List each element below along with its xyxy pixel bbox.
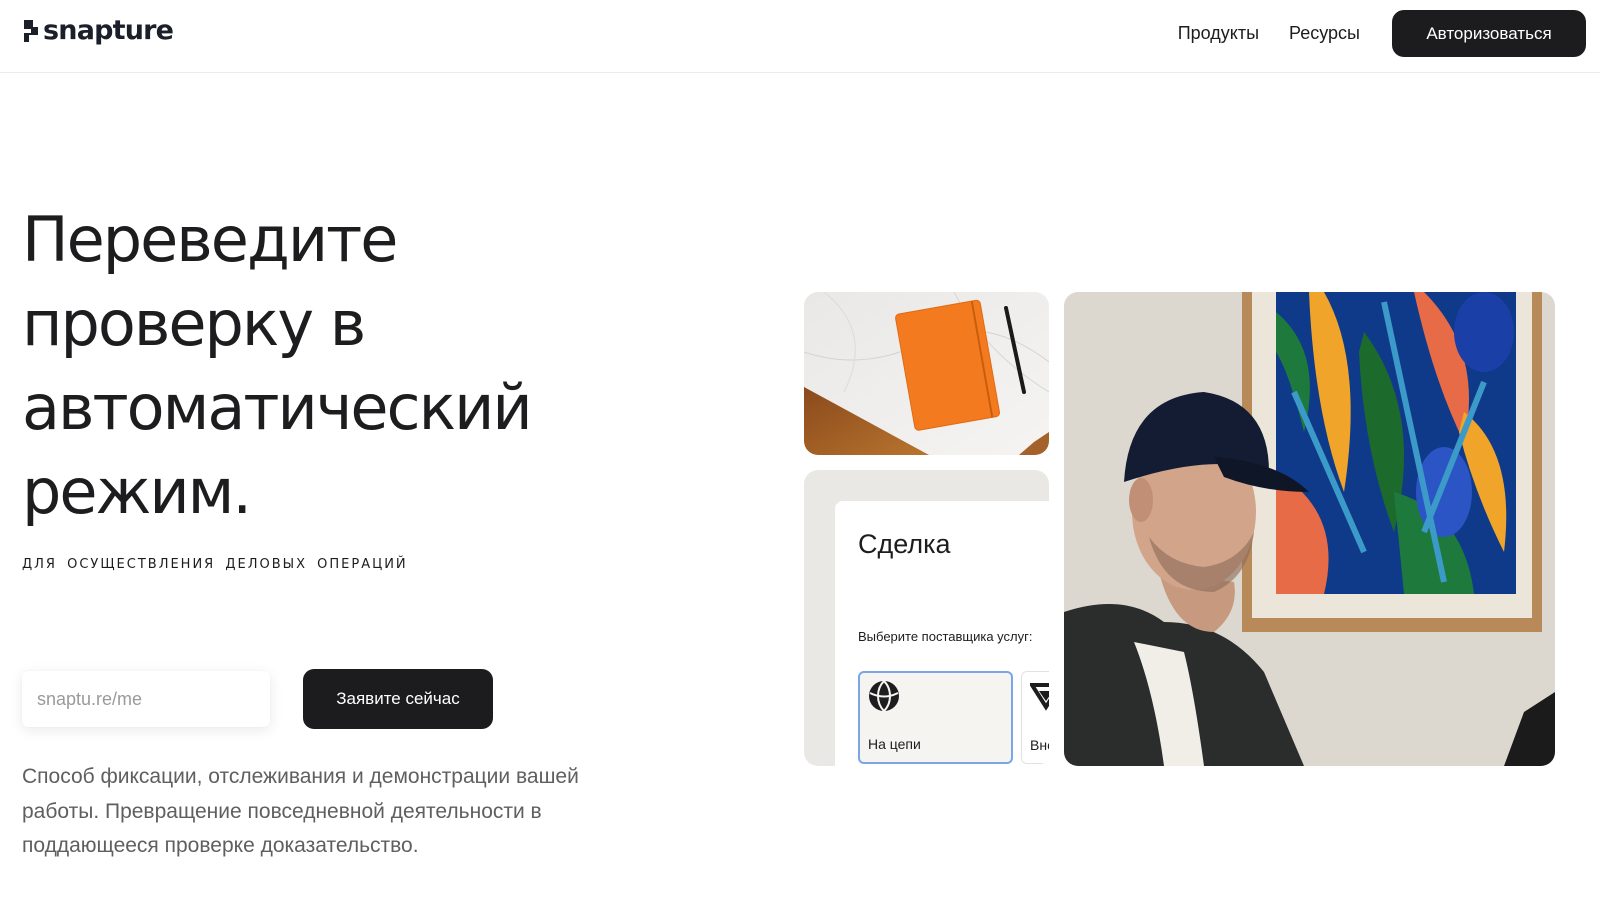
brand-name: snapture	[43, 15, 174, 46]
site-header: snapture Продукты Ресурсы Авторизоваться	[0, 0, 1600, 73]
hero-title-line: Переведите	[22, 203, 398, 276]
nav-resources[interactable]: Ресурсы	[1289, 23, 1360, 44]
hero-title-line: режим.	[22, 455, 252, 528]
claim-now-button[interactable]: Заявите сейчас	[303, 669, 493, 729]
hero-title-line: проверку в	[22, 287, 366, 360]
notebook-photo	[804, 292, 1049, 455]
hero-subtitle: для осуществления деловых операций	[22, 557, 408, 572]
provider-label: Вне	[1030, 737, 1049, 753]
globe-icon	[869, 680, 899, 712]
deal-panel: Сделка Выберите поставщика услуг: На цеп…	[835, 501, 1049, 766]
provider-prompt: Выберите поставщика услуг:	[858, 629, 1033, 644]
nav-products[interactable]: Продукты	[1178, 23, 1259, 44]
layers-logo-icon	[1030, 683, 1049, 711]
brand-logo[interactable]: snapture	[22, 15, 174, 46]
main-nav: Продукты Ресурсы Авторизоваться	[1178, 10, 1586, 57]
login-button[interactable]: Авторизоваться	[1392, 10, 1586, 57]
deal-title: Сделка	[858, 529, 951, 559]
provider-option-offchain[interactable]: Вне	[1021, 671, 1049, 764]
hero-description: Способ фиксации, отслеживания и демонстр…	[22, 765, 579, 857]
provider-label: На цепи	[868, 736, 921, 752]
hero-title: Переведите проверку в автоматический реж…	[22, 198, 722, 534]
username-claim-input[interactable]	[22, 671, 270, 727]
hero-title-line: автоматический	[22, 371, 533, 444]
deal-preview-card: Сделка Выберите поставщика услуг: На цеп…	[804, 470, 1049, 766]
snapture-logo-icon	[24, 20, 38, 42]
person-working-photo	[1064, 292, 1555, 766]
provider-option-onchain[interactable]: На цепи	[858, 671, 1013, 764]
